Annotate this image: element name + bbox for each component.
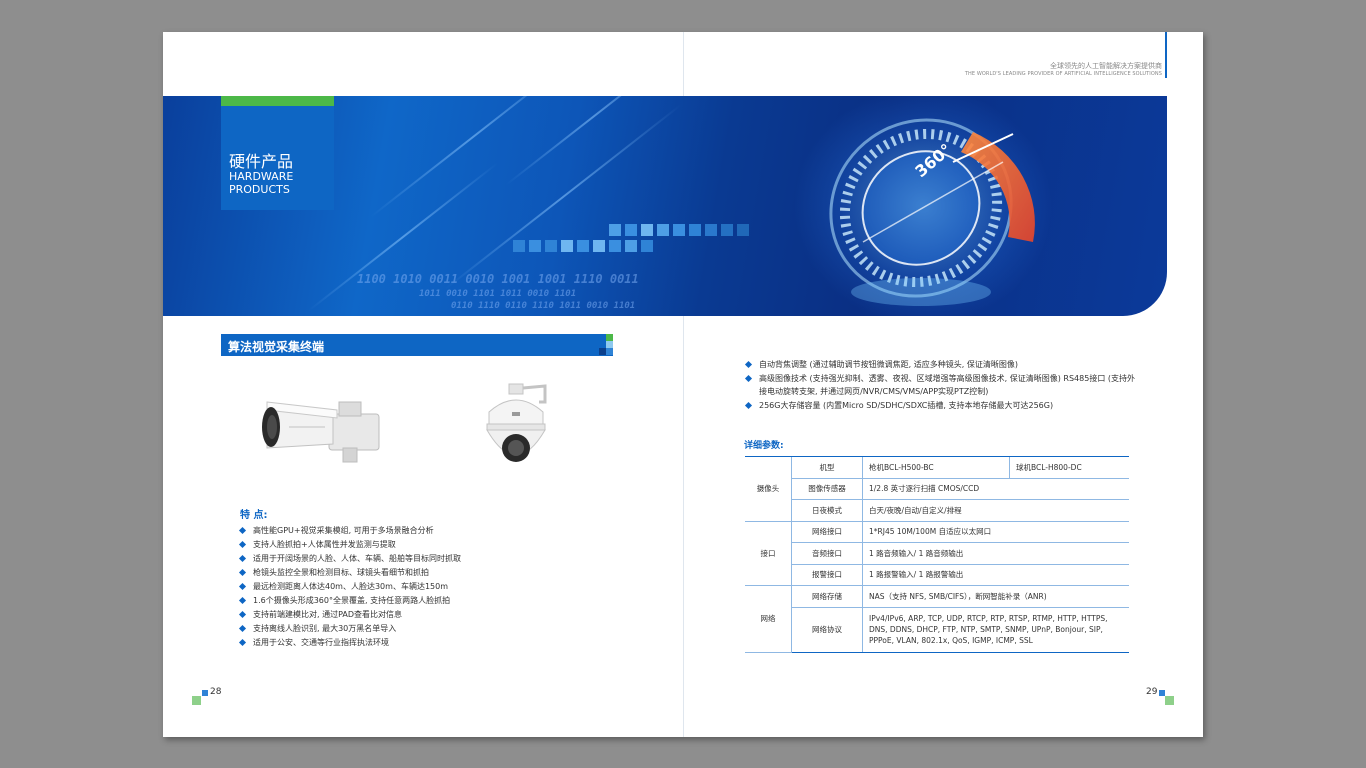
table-row: 网络 网络存储 NAS（支持 NFS, SMB/CIFS），断网智能补录（ANR… [745, 585, 1129, 653]
table-row: 音频接口 1 路音频输入/ 1 路音频输出 [745, 542, 1129, 565]
diamond-bullet-icon [238, 610, 247, 619]
diamond-bullet-icon [238, 624, 247, 633]
features-title: 特 点: [240, 510, 268, 521]
diamond-bullet-icon [238, 526, 247, 535]
table-row: 摄像头 机型 枪机BCL-H500-BC 球机BCL-H800-DC [745, 456, 1129, 522]
list-item: 枪镜头监控全景和检测目标、球镜头看细节和抓拍 [238, 566, 559, 580]
diamond-bullet-icon [238, 582, 247, 591]
group-interface: 接口 [745, 521, 792, 586]
group-camera: 摄像头 [745, 456, 792, 522]
list-item: 支持离线人脸识别, 最大30万黑名单导入 [238, 622, 559, 636]
diamond-bullet-icon [238, 540, 247, 549]
right-page-header: 全球领先的人工智能解决方案提供商 THE WORLD'S LEADING PRO… [965, 61, 1162, 77]
list-item: 支持人脸抓拍+人体属性并发监测与提取 [238, 538, 559, 552]
section-title-bar: 算法视觉采集终端 [221, 334, 613, 356]
list-item: 高级图像技术 (支持强光抑制、透雾、夜视、区域增强等高级图像技术, 保证清晰图像… [744, 372, 1135, 399]
list-item: 适用于公安、交通等行业指挥执法环境 [238, 636, 559, 650]
table-row: 图像传感器 1/2.8 英寸逐行扫描 CMOS/CCD [745, 478, 1129, 500]
list-item: 高性能GPU+视觉采集模组, 可用于多场景融合分析 [238, 524, 559, 538]
header-tagline-zh: 全球领先的人工智能解决方案提供商 [1050, 62, 1162, 70]
list-item: 适用于开阔场景的人脸、人体、车辆、船舶等目标同时抓取 [238, 552, 559, 566]
binary-code-line: 1100 1010 0011 0010 1001 1001 1110 0011 [357, 272, 639, 286]
list-item: 支持前端建模比对, 通过PAD查看比对信息 [238, 608, 559, 622]
table-row: 报警接口 1 路报警输入/ 1 路报警输出 [745, 564, 1129, 586]
group-network: 网络 [745, 585, 792, 653]
binary-code-line: 1011 0010 1101 1011 0010 1101 [419, 289, 577, 299]
list-item: 256G大存储容量 (内置Micro SD/SDHC/SDXC插槽, 支持本地存… [744, 399, 1135, 413]
feature-bullets-right: 自动背焦调整 (通过辅助调节按钮微调焦距, 适应多种镜头, 保证清晰图像) 高级… [744, 358, 1135, 413]
header-accent-line [1165, 32, 1167, 78]
page-number-right: 29 [1146, 687, 1158, 697]
diamond-bullet-icon [744, 401, 753, 409]
list-item: 自动背焦调整 (通过辅助调节按钮微调焦距, 适应多种镜头, 保证清晰图像) [744, 358, 1135, 372]
section-title: 算法视觉采集终端 [228, 340, 325, 354]
header-tagline-en: THE WORLD'S LEADING PROVIDER OF ARTIFICI… [964, 71, 1162, 77]
binary-code-line: 0110 1110 0110 1110 1011 0010 1101 [451, 301, 636, 311]
table-row: 日夜模式 白天/夜晚/自动/自定义/排程 [745, 499, 1129, 522]
diamond-bullet-icon [744, 360, 753, 369]
diamond-bullet-icon [238, 638, 247, 647]
diamond-bullet-icon [238, 568, 247, 577]
chapter-title-en: HARDWARE PRODUCTS [229, 170, 294, 196]
brochure-spread: 全球领先的人工智能解决方案提供商 THE WORLD'S LEADING PRO… [163, 32, 1203, 737]
lens-360-illustration: 360° [829, 118, 1035, 306]
chapter-title-zh: 硬件产品 [229, 152, 294, 171]
list-item: 最远检测距离人体达40m、人脸达30m、车辆达150m [238, 580, 559, 594]
table-row: 接口 网络接口 1*RJ45 10M/100M 自适应以太网口 [745, 521, 1129, 586]
spec-table: 摄像头 机型 枪机BCL-H500-BC 球机BCL-H800-DC 图像传感器… [745, 456, 1129, 653]
diamond-bullet-icon [238, 596, 247, 605]
features-list: 高性能GPU+视觉采集模组, 可用于多场景融合分析 支持人脸抓拍+人体属性并发监… [238, 524, 559, 650]
bullet-camera-image [262, 401, 380, 463]
table-row: 网络协议 IPv4/IPv6, ARP, TCP, UDP, RTCP, RTP… [745, 607, 1129, 653]
page-number-left: 28 [210, 687, 222, 697]
diamond-bullet-icon [744, 374, 753, 382]
chapter-title-box: 硬件产品 HARDWARE PRODUCTS [221, 96, 334, 210]
list-item: 1.6个摄像头形成360°全景覆盖, 支持任意两路人脸抓拍 [238, 594, 559, 608]
diamond-bullet-icon [238, 554, 247, 563]
ptz-dome-camera-image [486, 383, 547, 462]
green-accent-bar [221, 96, 334, 106]
params-title: 详细参数: [744, 441, 784, 451]
